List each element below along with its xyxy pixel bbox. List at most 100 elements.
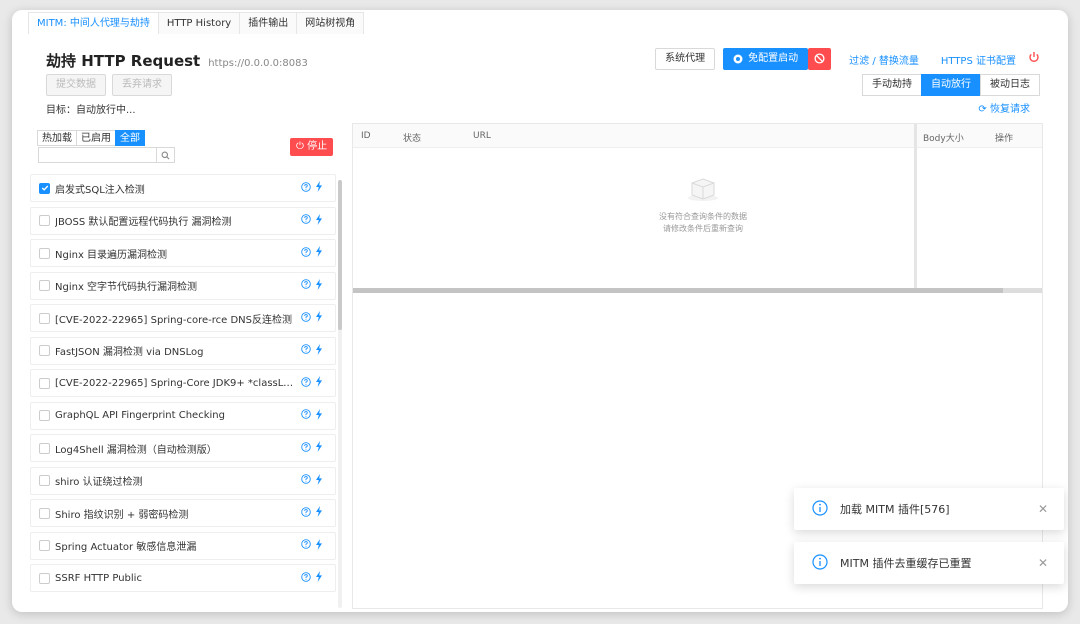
help-icon[interactable] (301, 441, 311, 455)
plugin-checkbox[interactable] (39, 442, 50, 454)
tab-site-tree[interactable]: 网站树视角 (296, 12, 365, 34)
discard-request-button[interactable]: 丢弃请求 (112, 74, 172, 96)
col-status[interactable]: 状态 (403, 131, 421, 144)
close-icon[interactable]: ✕ (1038, 502, 1048, 516)
lightning-icon[interactable] (315, 538, 323, 553)
plugin-name: GraphQL API Fingerprint Checking (55, 410, 225, 421)
system-proxy-button[interactable]: 系统代理 (655, 48, 716, 70)
tab-mitm[interactable]: MITM: 中间人代理与劫持 (28, 12, 159, 34)
help-icon[interactable] (301, 571, 311, 585)
submit-data-button[interactable]: 提交数据 (46, 74, 106, 96)
help-icon[interactable] (301, 539, 311, 552)
help-icon[interactable] (301, 376, 311, 390)
lightning-icon[interactable] (315, 571, 323, 585)
plugin-list-scrollbar[interactable] (338, 180, 342, 608)
scrollbar-thumb[interactable] (338, 180, 342, 330)
plugin-actions (301, 473, 323, 488)
close-icon[interactable]: ✕ (1038, 556, 1048, 570)
plugin-item[interactable]: SSRF HTTP Public (30, 564, 336, 592)
plugin-item[interactable]: Shiro 指纹识别 + 弱密码检测 (30, 499, 336, 527)
plugin-list: 启发式SQL注入检测 JBOSS 默认配置远程代码执行 漏洞检测 Nginx 目录遍… (30, 174, 336, 608)
tab-http-history[interactable]: HTTP History (157, 12, 241, 34)
plugin-name: Log4Shell 漏洞检测（自动检测版） (55, 444, 217, 456)
mode-passive-button[interactable]: 被动日志 (980, 74, 1040, 96)
plugin-checkbox[interactable] (39, 215, 50, 226)
tab-bar: MITM: 中间人代理与劫持 HTTP History 插件输出 网站树视角 (28, 12, 365, 34)
plugin-checkbox[interactable] (39, 410, 50, 421)
plugin-checkbox[interactable] (39, 345, 50, 356)
help-icon[interactable] (301, 344, 311, 357)
plugin-item[interactable]: FastJSON 漏洞检测 via DNSLog (30, 336, 336, 365)
plugin-item[interactable]: Spring Actuator 敏感信息泄漏 (30, 531, 336, 560)
plugin-actions (301, 311, 323, 325)
page-title: 劫持 HTTP Request (46, 52, 201, 70)
col-url[interactable]: URL (473, 131, 491, 141)
power-icon: ⏻ (296, 141, 304, 152)
stop-proxy-button[interactable] (808, 48, 832, 70)
col-body-size[interactable]: Body大小 (923, 131, 964, 144)
plugin-item[interactable]: 启发式SQL注入检测 (30, 174, 336, 202)
https-cert-link[interactable]: HTTPS 证书配置 (941, 52, 1016, 67)
plugin-checkbox[interactable] (39, 280, 50, 291)
plugin-search-input[interactable] (39, 148, 156, 162)
mode-manual-button[interactable]: 手动劫持 (862, 74, 922, 96)
search-icon[interactable] (156, 148, 174, 162)
lightning-icon[interactable] (315, 473, 323, 488)
filter-all[interactable]: 全部 (115, 130, 145, 146)
plugin-item[interactable]: shiro 认证绕过检测 (30, 466, 336, 495)
tab-plugin-output[interactable]: 插件输出 (239, 12, 298, 34)
help-icon[interactable] (301, 279, 311, 292)
help-icon[interactable] (301, 246, 311, 260)
plugin-actions (301, 571, 323, 585)
table-hscrollbar[interactable] (353, 288, 1042, 293)
plugin-item[interactable]: Nginx 空字节代码执行漏洞检测 (30, 271, 336, 300)
lightning-icon[interactable] (315, 376, 323, 390)
plugin-checkbox[interactable] (39, 312, 50, 324)
column-divider (914, 124, 917, 288)
col-id[interactable]: ID (361, 131, 371, 141)
lightning-icon[interactable] (315, 246, 323, 260)
lightning-icon[interactable] (315, 506, 323, 520)
plugin-item[interactable]: JBOSS 默认配置远程代码执行 漏洞检测 (30, 206, 336, 235)
help-icon[interactable] (301, 409, 311, 422)
help-icon[interactable] (301, 506, 311, 520)
stop-plugins-button[interactable]: ⏻ 停止 (290, 138, 334, 156)
restore-request-link[interactable]: ⟳ 恢复请求 (978, 100, 1030, 115)
lightning-icon[interactable] (315, 311, 323, 325)
help-icon[interactable] (301, 474, 311, 487)
plugin-item[interactable]: [CVE-2022-22965] Spring-core-rce DNS反连检测 (30, 304, 336, 332)
hscroll-thumb[interactable] (353, 288, 1003, 293)
plugin-checkbox[interactable] (39, 182, 50, 194)
plugin-item[interactable]: Nginx 目录遍历漏洞检测 (30, 239, 336, 267)
plugin-checkbox[interactable] (39, 540, 50, 551)
help-icon[interactable] (301, 181, 311, 195)
plugin-checkbox[interactable] (39, 572, 50, 584)
help-icon[interactable] (301, 311, 311, 325)
lightning-icon[interactable] (315, 181, 323, 195)
mode-auto-button[interactable]: 自动放行 (921, 74, 981, 96)
lightning-icon[interactable] (315, 343, 323, 358)
lightning-icon[interactable] (315, 408, 323, 423)
plugin-checkbox[interactable] (39, 507, 50, 519)
help-icon[interactable] (301, 214, 311, 227)
lightning-icon[interactable] (315, 441, 323, 455)
power-icon[interactable] (1028, 51, 1040, 67)
plugin-checkbox[interactable] (39, 247, 50, 259)
plugin-item[interactable]: GraphQL API Fingerprint Checking (30, 401, 336, 430)
filter-hot-reload[interactable]: 热加载 (37, 130, 77, 146)
lightning-icon[interactable] (315, 278, 323, 293)
col-action[interactable]: 操作 (995, 131, 1013, 144)
plugin-name: 启发式SQL注入检测 (55, 184, 145, 196)
filter-replace-link[interactable]: 过滤 / 替换流量 (849, 52, 919, 67)
plugin-checkbox[interactable] (39, 475, 50, 486)
plugin-item[interactable]: Log4Shell 漏洞检测（自动检测版） (30, 434, 336, 462)
plugin-checkbox[interactable] (39, 377, 50, 389)
filter-enabled[interactable]: 已启用 (76, 130, 116, 146)
plugin-name: [CVE-2022-22965] Spring-core-rce DNS反连检测 (55, 314, 292, 326)
plugin-item[interactable]: [CVE-2022-22965] Spring-Core JDK9+ *clas… (30, 369, 336, 397)
start-button[interactable]: 免配置启动 (723, 48, 809, 70)
plugin-actions (301, 213, 323, 228)
lightning-icon[interactable] (315, 213, 323, 228)
notification-message: MITM 插件去重缓存已重置 (840, 557, 972, 570)
plugin-filter: 热加载 已启用 全部 (37, 130, 145, 146)
